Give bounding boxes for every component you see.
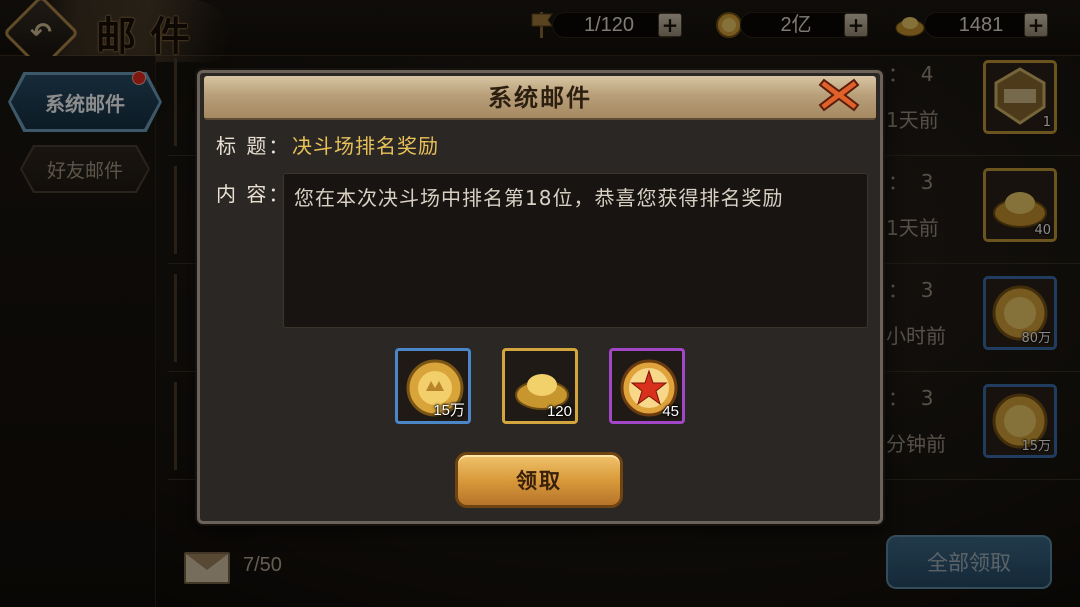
content-box: 您在本次决斗场中排名第18位，恭喜您获得排名奖励 bbox=[283, 173, 868, 328]
dialog-title: 系统邮件 bbox=[488, 84, 592, 112]
subject-label: 标 题： bbox=[216, 134, 291, 158]
close-icon bbox=[818, 78, 860, 112]
reward-count: 120 bbox=[546, 403, 572, 420]
content-text: 您在本次决斗场中排名第18位，恭喜您获得排名奖励 bbox=[294, 186, 784, 210]
subject-text: 决斗场排名奖励 bbox=[292, 134, 439, 158]
reward-item[interactable]: 120 bbox=[502, 348, 578, 424]
dialog-header: 系统邮件 bbox=[204, 76, 876, 120]
close-button[interactable] bbox=[816, 74, 862, 116]
claim-button[interactable]: 领取 bbox=[455, 452, 623, 508]
reward-count: 15万 bbox=[433, 402, 465, 419]
reward-item[interactable]: 45 bbox=[609, 348, 685, 424]
reward-count: 45 bbox=[662, 403, 679, 420]
reward-item[interactable]: 15万 bbox=[395, 348, 471, 424]
content-label: 内 容： bbox=[216, 182, 291, 206]
